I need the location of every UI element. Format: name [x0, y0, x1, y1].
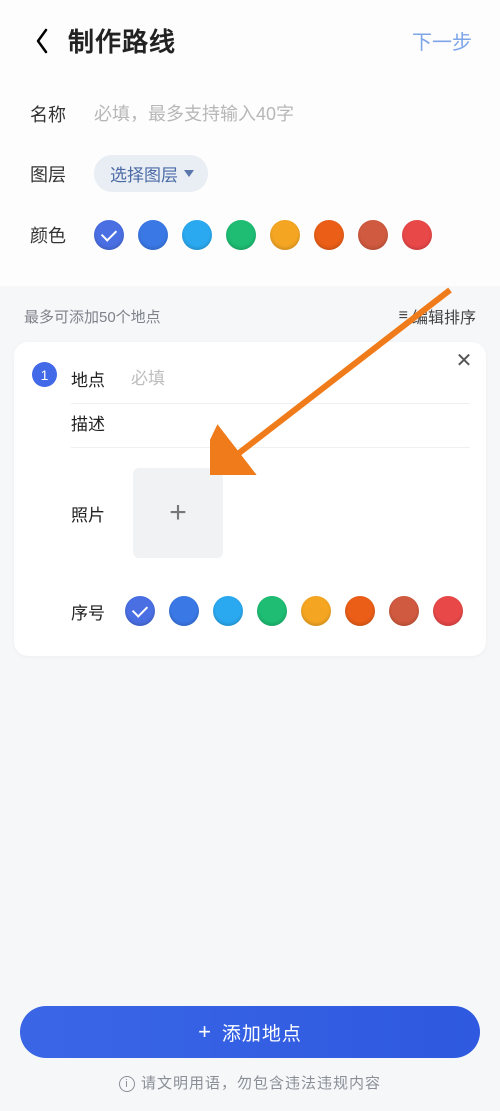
top-left: 制作路线 — [28, 22, 176, 59]
color-swatch[interactable] — [389, 596, 419, 626]
edit-sort-label: 编辑排序 — [412, 304, 476, 328]
max-points-note: 最多可添加50个地点 — [24, 306, 161, 327]
color-swatch[interactable] — [433, 596, 463, 626]
location-row: 地点 — [71, 360, 470, 404]
color-row: 颜色 — [30, 206, 470, 264]
color-swatch[interactable] — [125, 596, 155, 626]
name-input[interactable] — [94, 104, 470, 125]
photo-row: 照片 + — [71, 448, 470, 574]
color-swatch[interactable] — [345, 596, 375, 626]
color-swatch[interactable] — [257, 596, 287, 626]
name-label: 名称 — [30, 101, 76, 127]
layer-label: 图层 — [30, 161, 76, 187]
color-swatch[interactable] — [94, 220, 124, 250]
warning-text: i 请文明用语，勿包含违法违规内容 — [20, 1072, 480, 1093]
color-swatch[interactable] — [226, 220, 256, 250]
color-swatch[interactable] — [213, 596, 243, 626]
sort-icon: ≡ — [399, 307, 408, 325]
sequence-color-swatches — [125, 596, 463, 626]
color-swatch[interactable] — [402, 220, 432, 250]
photo-label: 照片 — [71, 501, 113, 526]
location-label: 地点 — [71, 366, 113, 391]
warning-label: 请文明用语，勿包含违法违规内容 — [141, 1075, 381, 1092]
point-index-badge: 1 — [32, 362, 57, 387]
page-title: 制作路线 — [68, 22, 176, 59]
point-card: ✕ 1 地点 描述 照片 + 序号 — [14, 342, 486, 656]
back-button[interactable] — [28, 27, 56, 55]
layer-row: 图层 选择图层 — [30, 141, 470, 206]
plus-icon: + — [169, 496, 187, 530]
edit-sort-button[interactable]: ≡ 编辑排序 — [399, 304, 476, 328]
chevron-down-icon — [184, 170, 194, 177]
info-icon: i — [119, 1076, 135, 1092]
description-label: 描述 — [71, 410, 113, 435]
color-swatch[interactable] — [182, 220, 212, 250]
close-point-button[interactable]: ✕ — [452, 348, 476, 372]
points-header: 最多可添加50个地点 ≡ 编辑排序 — [0, 286, 500, 336]
add-photo-button[interactable]: + — [133, 468, 223, 558]
color-swatch[interactable] — [301, 596, 331, 626]
next-step-button[interactable]: 下一步 — [412, 26, 472, 55]
plus-icon: + — [198, 1019, 212, 1045]
bottom-area: + 添加地点 i 请文明用语，勿包含违法违规内容 — [0, 1006, 500, 1093]
layer-select-text: 选择图层 — [110, 161, 178, 186]
color-swatch[interactable] — [138, 220, 168, 250]
sequence-label: 序号 — [71, 599, 113, 624]
description-row: 描述 — [71, 404, 470, 448]
color-swatch[interactable] — [314, 220, 344, 250]
color-label: 颜色 — [30, 222, 76, 248]
color-swatch[interactable] — [358, 220, 388, 250]
location-input[interactable] — [131, 369, 470, 389]
color-swatches — [94, 220, 432, 250]
add-point-button[interactable]: + 添加地点 — [20, 1006, 480, 1058]
name-row: 名称 — [30, 87, 470, 141]
layer-select[interactable]: 选择图层 — [94, 155, 208, 192]
add-point-label: 添加地点 — [222, 1019, 302, 1046]
color-swatch[interactable] — [270, 220, 300, 250]
description-input[interactable] — [131, 413, 470, 433]
route-form: 名称 图层 选择图层 颜色 — [0, 77, 500, 286]
sequence-row: 序号 — [71, 574, 470, 626]
top-bar: 制作路线 下一步 — [0, 0, 500, 77]
color-swatch[interactable] — [169, 596, 199, 626]
